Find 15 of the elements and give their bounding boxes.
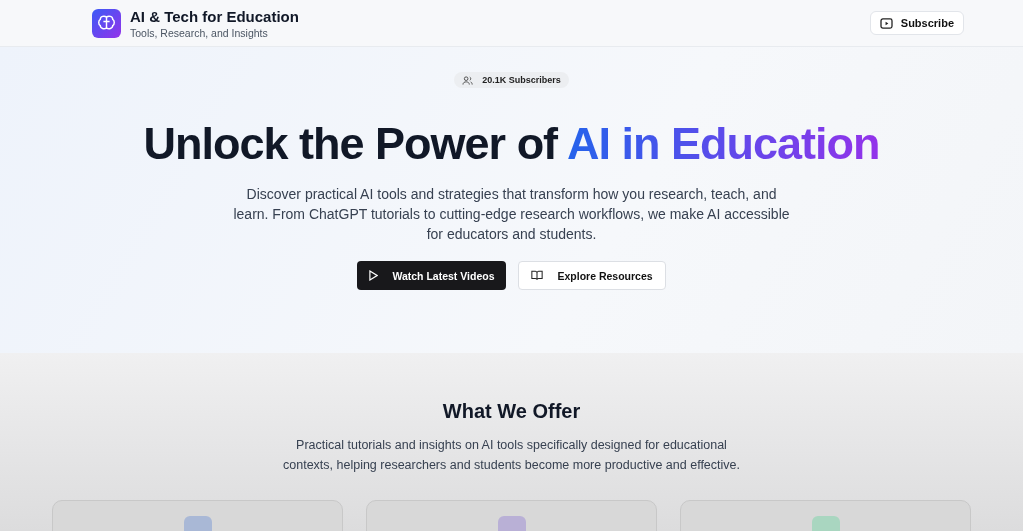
explore-resources-button[interactable]: Explore Resources (518, 261, 666, 290)
site-subtitle: Tools, Research, and Insights (130, 26, 269, 39)
hero-heading: Unlock the Power of AI in Education (143, 118, 880, 170)
site-title: AI & Tech for Education (130, 7, 299, 25)
play-icon (879, 17, 893, 29)
hero-description: Discover practical AI tools and strategies that transform how you research, teach, and learn. From ChatGPT tutorials to cutting-edge research workflows, we make AI accessible for educators and students. (232, 185, 791, 244)
book-icon (531, 270, 544, 281)
brain-logo-icon (92, 8, 121, 38)
subscribe-button[interactable]: Subscribe (869, 11, 964, 35)
play-icon (369, 270, 379, 281)
watch-videos-button[interactable]: Watch Latest Videos (357, 261, 507, 290)
section-heading: What We Offer (442, 400, 581, 423)
users-icon (462, 75, 474, 85)
section-description: Practical tutorials and insights on AI tools specifically designed for educational contexts, helping researchers and students become more productive and effective. (282, 437, 741, 474)
subscriber-count: 20.1K Subscribers (482, 75, 561, 85)
